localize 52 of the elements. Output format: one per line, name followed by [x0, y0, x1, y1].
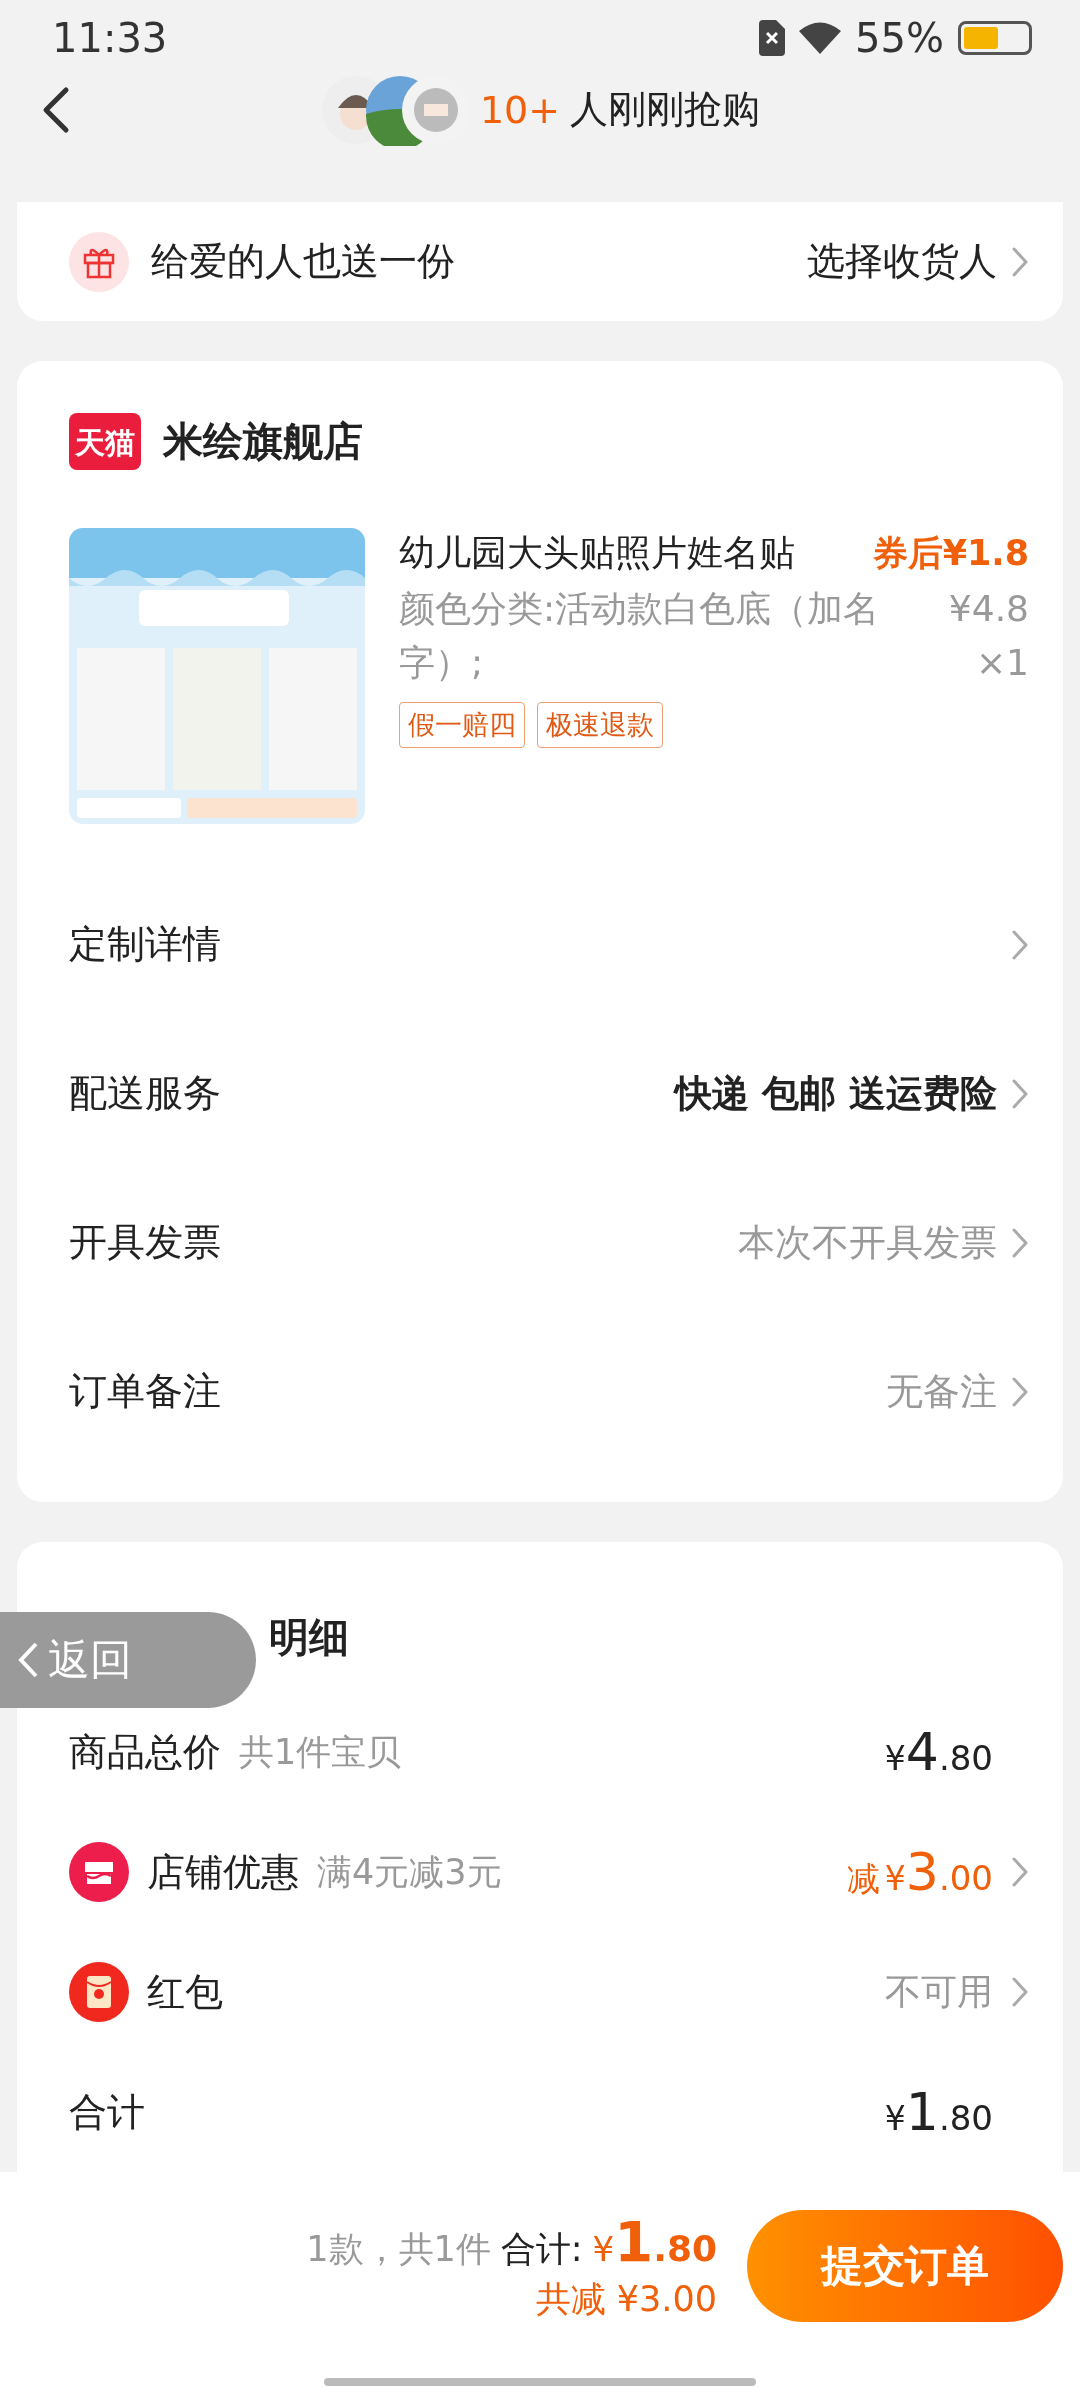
original-price: ¥4.8: [948, 587, 1029, 631]
option-value: 本次不开具发票: [738, 1219, 997, 1266]
price-label: 商品总价: [69, 1728, 221, 1776]
total-saving: 共减 ¥3.00: [535, 2278, 717, 2321]
recent-buyers-text: 人刚刚抢购: [570, 86, 761, 134]
store-badge: 天猫: [69, 413, 141, 470]
option-label: 订单备注: [69, 1368, 222, 1415]
shop-icon: [69, 1842, 129, 1902]
store-name: 米绘旗舰店: [163, 417, 363, 466]
chevron-icon: [1011, 1375, 1029, 1408]
discount-label: 店铺优惠: [147, 1848, 299, 1896]
price-note: 共1件宝贝: [239, 1730, 403, 1774]
option-label: 开具发票: [69, 1219, 222, 1266]
option-label: 配送服务: [69, 1070, 222, 1117]
chevron-icon: [1011, 1077, 1029, 1110]
section-title: 明细: [269, 1613, 349, 1662]
option-value: 快递 包邮 送运费险: [675, 1070, 997, 1117]
wifi-icon: [799, 21, 842, 54]
chevron-icon: [1011, 928, 1029, 961]
choose-recipient-link[interactable]: 选择收货人: [807, 236, 997, 287]
price-label: 合计: [69, 2088, 145, 2136]
sim-card-icon: [759, 19, 786, 56]
coupon-price: 券后¥1.8: [872, 532, 1029, 575]
order-option-row[interactable]: 配送服务 快递 包邮 送运费险: [69, 1019, 1029, 1168]
money-envelope-icon: [69, 1962, 129, 2022]
item-count: 1款，共1件: [306, 2228, 491, 2271]
quantity-text: ×1: [975, 641, 1029, 685]
chevron-icon: [1011, 245, 1029, 278]
amount-text: 减¥3.00: [846, 1842, 993, 1902]
price-value: 不可用: [885, 1969, 993, 2014]
order-option-row[interactable]: 订单备注 无备注: [69, 1317, 1029, 1466]
variant-text: 颜色分类:活动款白色底（加名字）;: [399, 587, 881, 685]
price-note: 满4元减3元: [317, 1850, 503, 1894]
order-option-row[interactable]: 开具发票 本次不开具发票: [69, 1168, 1029, 1317]
buyer-count: 10+: [479, 87, 561, 132]
service-tag: 极速退款: [537, 702, 663, 748]
chevron-icon: [16, 1640, 40, 1680]
clock-time: 11:33: [52, 14, 168, 61]
product-title: 幼儿园大头贴照片姓名贴: [399, 531, 796, 575]
option-label: 定制详情: [69, 921, 222, 968]
order-option-row[interactable]: 定制详情: [69, 870, 1029, 1019]
battery-icon: [958, 20, 1032, 55]
amount-text: ¥4.80: [884, 1722, 993, 1782]
gift-label: 给爱的人也送一份: [151, 238, 456, 285]
service-tag: 假一赔四: [399, 702, 525, 748]
discount-label: 红包: [147, 1968, 223, 2016]
total-amount: ¥1.80: [592, 2209, 717, 2274]
total-label: 合计:: [500, 2228, 583, 2271]
chevron-icon: [1011, 1226, 1029, 1259]
battery-percent: 55%: [855, 14, 944, 61]
option-value: 无备注: [886, 1368, 997, 1415]
amount-text: ¥1.80: [884, 2082, 993, 2142]
